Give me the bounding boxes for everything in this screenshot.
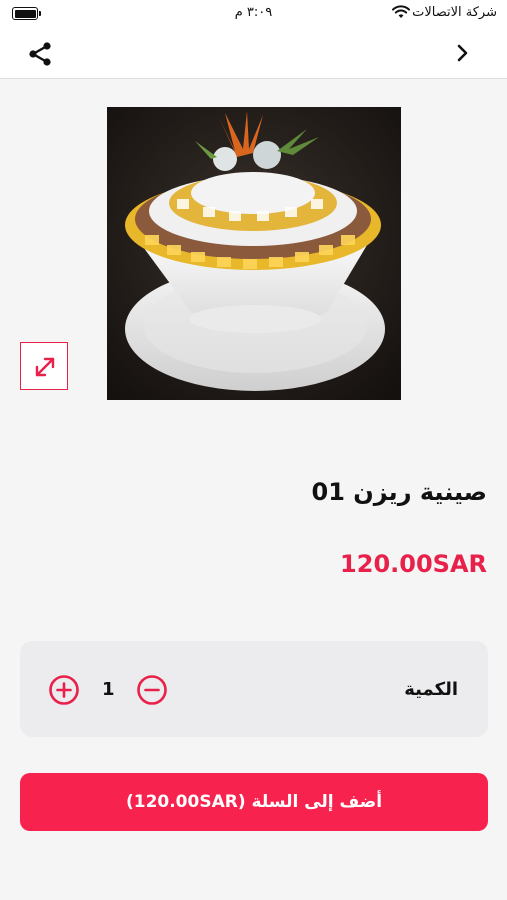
quantity-label: الكمية <box>404 679 458 700</box>
product-title: صينية ريزن 01 <box>311 478 488 506</box>
product-price: 120.00SAR <box>340 550 487 578</box>
share-icon[interactable] <box>26 40 54 68</box>
expand-image-button[interactable] <box>20 342 68 390</box>
plus-circle-icon[interactable] <box>48 674 80 706</box>
minus-circle-icon[interactable] <box>136 674 168 706</box>
chevron-right-icon[interactable] <box>453 42 473 64</box>
wifi-icon <box>392 5 410 18</box>
add-to-cart-button[interactable]: أضف إلى السلة (120.00SAR) <box>20 773 488 831</box>
carrier-name: شركة الاتصالات <box>412 5 497 20</box>
quantity-card: الكمية 1 <box>20 641 488 737</box>
status-bar: ٣:٠٩ م شركة الاتصالات <box>0 0 507 28</box>
quantity-value: 1 <box>102 679 115 700</box>
expand-icon <box>35 357 55 377</box>
product-photo <box>107 107 401 400</box>
product-image[interactable] <box>107 107 401 400</box>
nav-bar <box>0 28 507 79</box>
